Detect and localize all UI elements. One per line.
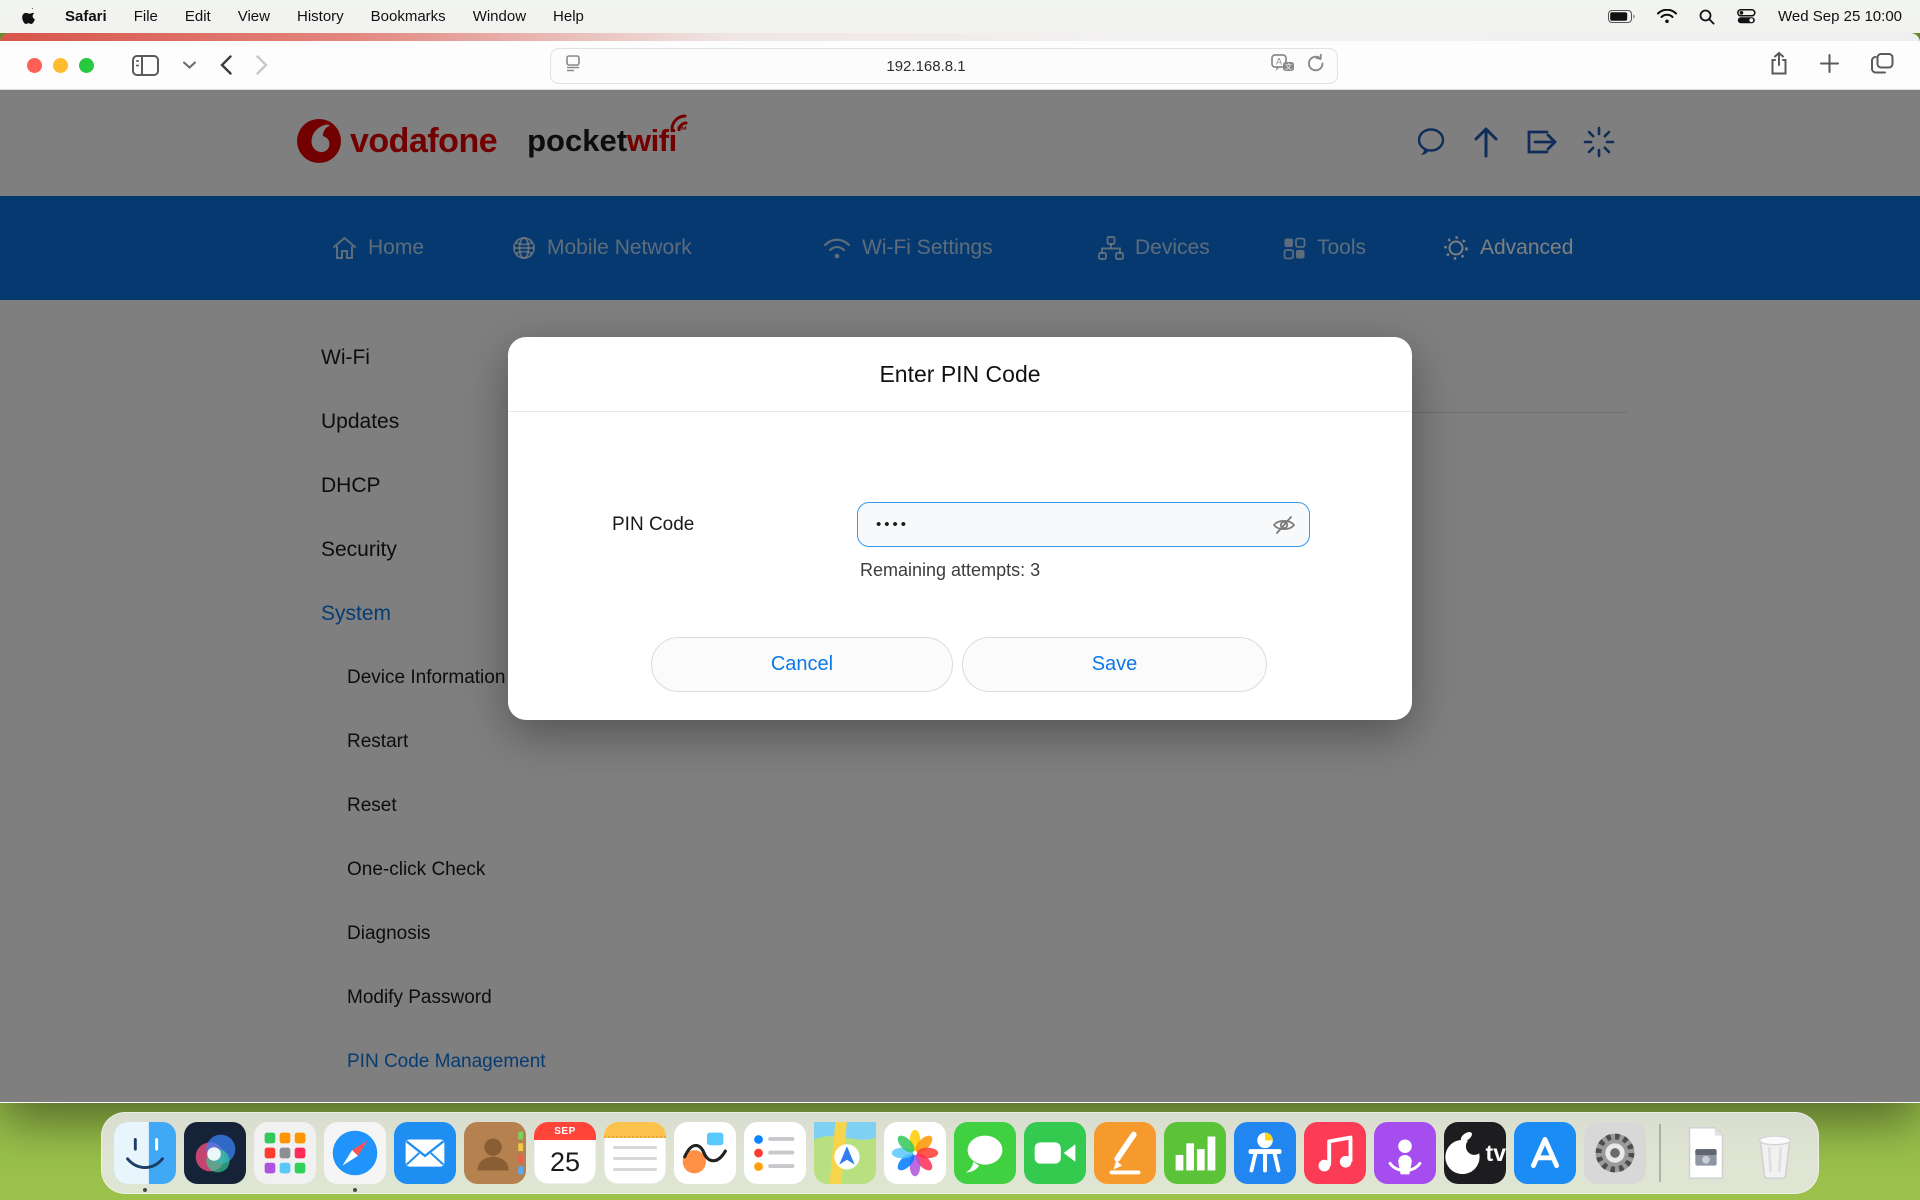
window-accent-strip (0, 33, 1920, 41)
dock: SEP 25 (101, 1112, 1819, 1194)
reload-icon[interactable] (1307, 54, 1325, 78)
sidebar-toggle-icon[interactable] (132, 55, 159, 76)
battery-icon[interactable] (1608, 10, 1635, 23)
dock-icon-messages[interactable] (954, 1122, 1016, 1184)
dock-icon-tv[interactable]: tv (1444, 1122, 1506, 1184)
dock-icon-reminders[interactable] (744, 1122, 806, 1184)
tv-label: tv (1486, 1140, 1506, 1167)
dock-icon-pages[interactable] (1094, 1122, 1156, 1184)
forward-button[interactable] (256, 55, 268, 75)
apple-logo-icon[interactable] (22, 8, 38, 26)
menu-safari[interactable]: Safari (65, 8, 107, 25)
dock-icon-maps[interactable] (814, 1122, 876, 1184)
menu-window[interactable]: Window (473, 8, 526, 25)
window-controls (0, 58, 94, 73)
pin-code-value[interactable]: •••• (876, 516, 1272, 533)
share-icon[interactable] (1770, 52, 1788, 80)
eye-off-icon (1272, 515, 1296, 535)
dock-icon-siri[interactable] (184, 1122, 246, 1184)
safari-window: 192.168.8.1 A文 (0, 33, 1920, 1103)
menu-help[interactable]: Help (553, 8, 584, 25)
dock-icon-numbers[interactable] (1164, 1122, 1226, 1184)
menu-view[interactable]: View (238, 8, 270, 25)
page-viewport: vodafone pocketwifi™ (0, 90, 1920, 1102)
menu-bar: Safari File Edit View History Bookmarks … (0, 0, 1920, 33)
pin-code-label: PIN Code (612, 514, 694, 536)
new-tab-icon[interactable] (1820, 54, 1839, 78)
calendar-month: SEP (534, 1122, 596, 1140)
dock-icon-mail[interactable] (394, 1122, 456, 1184)
dock-separator (1659, 1124, 1661, 1182)
modal-title: Enter PIN Code (879, 361, 1040, 388)
pin-code-input[interactable]: •••• (857, 502, 1310, 547)
modal-header: Enter PIN Code (508, 337, 1412, 412)
dock-icon-calendar[interactable]: SEP 25 (534, 1122, 596, 1184)
menu-edit[interactable]: Edit (185, 8, 211, 25)
dock-icon-system-settings[interactable] (1584, 1122, 1646, 1184)
calendar-day: 25 (534, 1140, 596, 1184)
safari-toolbar: 192.168.8.1 A文 (0, 41, 1920, 90)
search-icon[interactable] (1699, 9, 1715, 25)
sidebar-chevron-down-icon[interactable] (183, 61, 196, 69)
menu-history[interactable]: History (297, 8, 344, 25)
wifi-icon[interactable] (1657, 9, 1677, 24)
dock-icon-launchpad[interactable] (254, 1122, 316, 1184)
back-button[interactable] (220, 55, 232, 75)
svg-text:文: 文 (1285, 62, 1292, 71)
remaining-attempts-text: Remaining attempts: 3 (860, 560, 1040, 581)
running-indicator (353, 1188, 357, 1192)
running-indicator (143, 1188, 147, 1192)
translate-icon[interactable]: A文 (1271, 54, 1295, 79)
maximize-window-button[interactable] (79, 58, 94, 73)
dock-icon-facetime[interactable] (1024, 1122, 1086, 1184)
apple-glyph-icon (1444, 1122, 1484, 1184)
dock-icon-notes[interactable] (604, 1122, 666, 1184)
dock-icon-finder[interactable] (114, 1122, 176, 1184)
dock-icon-freeform[interactable] (674, 1122, 736, 1184)
cancel-button[interactable]: Cancel (651, 637, 953, 692)
menu-bookmarks[interactable]: Bookmarks (371, 8, 446, 25)
menu-file[interactable]: File (134, 8, 158, 25)
svg-text:A: A (1276, 56, 1282, 66)
toggle-visibility-button[interactable] (1272, 515, 1296, 535)
minimize-window-button[interactable] (53, 58, 68, 73)
dock-icon-keynote[interactable] (1234, 1122, 1296, 1184)
dock-icon-safari[interactable] (324, 1122, 386, 1184)
dock-icon-app-store[interactable] (1514, 1122, 1576, 1184)
dock-icon-downloads-stack[interactable] (1674, 1122, 1736, 1184)
page-icon (565, 55, 581, 77)
dock-icon-contacts[interactable] (464, 1122, 526, 1184)
dock-icon-photos[interactable] (884, 1122, 946, 1184)
tabs-overview-icon[interactable] (1871, 53, 1894, 79)
save-button[interactable]: Save (962, 637, 1267, 692)
dock-icon-podcasts[interactable] (1374, 1122, 1436, 1184)
url-text[interactable]: 192.168.8.1 (581, 58, 1271, 75)
control-center-icon[interactable] (1737, 9, 1756, 24)
close-window-button[interactable] (27, 58, 42, 73)
dock-icon-music[interactable] (1304, 1122, 1366, 1184)
url-bar[interactable]: 192.168.8.1 A文 (550, 48, 1338, 84)
dock-icon-trash[interactable] (1744, 1122, 1806, 1184)
pin-code-modal: Enter PIN Code PIN Code •••• Remaining a… (508, 337, 1412, 720)
menu-clock[interactable]: Wed Sep 25 10:00 (1778, 8, 1902, 25)
